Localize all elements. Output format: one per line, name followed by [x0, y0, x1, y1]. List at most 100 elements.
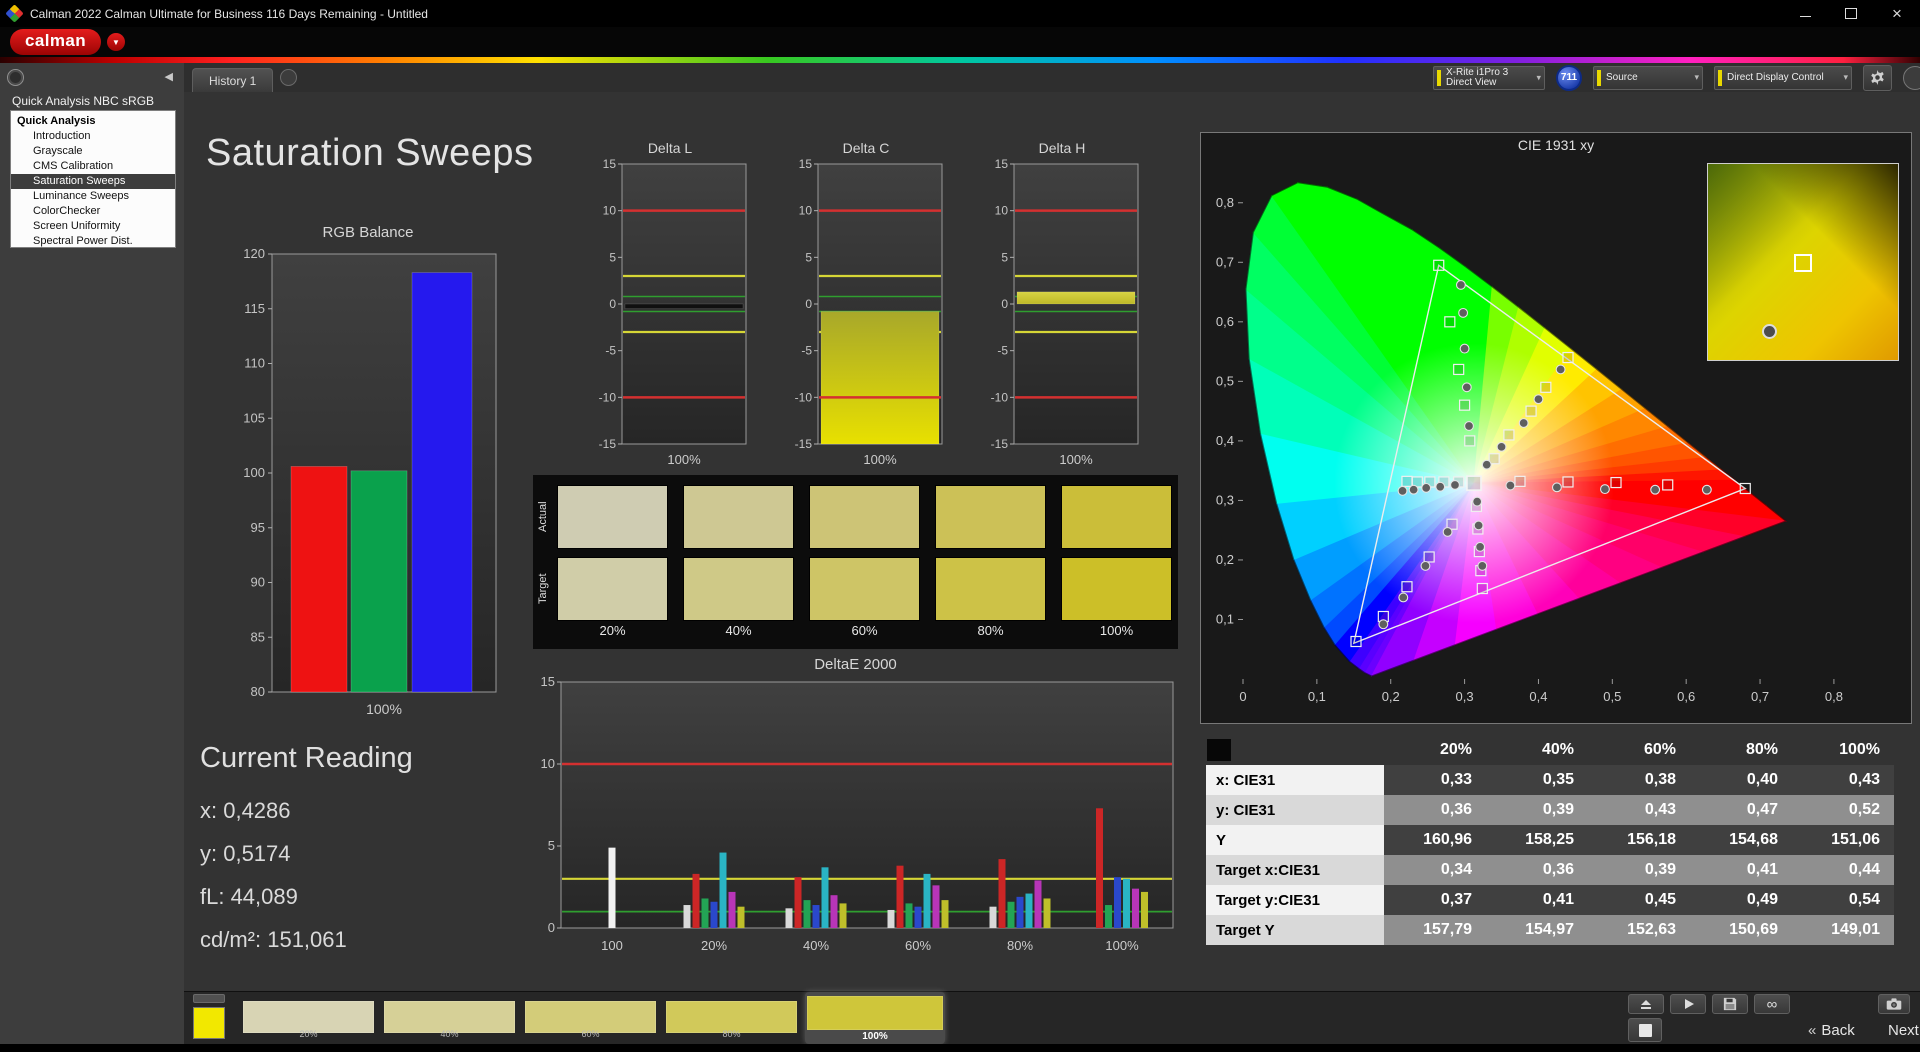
svg-text:100: 100	[601, 938, 623, 953]
workflow-tree: Quick AnalysisIntroductionGrayscaleCMS C…	[10, 110, 176, 248]
logo-menu-button[interactable]: ▼	[107, 33, 125, 51]
table-cell: 0,39	[1588, 855, 1690, 885]
eject-icon	[1641, 1000, 1651, 1009]
rgb-balance-chart: RGB Balance 12011511010510095908580100%	[234, 224, 502, 727]
page-title: Saturation Sweeps	[206, 132, 533, 175]
display-control-label: Direct Display Control	[1727, 72, 1835, 83]
svg-text:0: 0	[805, 297, 812, 311]
link-icon: ∞	[1767, 996, 1778, 1013]
table-cell: 0,36	[1486, 855, 1588, 885]
chart-plot: 151050-5-10-15100%	[588, 156, 752, 473]
cie-1931-panel: CIE 1931 xy 00,10,20,30,40,50,60,70,80,1…	[1200, 132, 1912, 724]
meter-accent	[1437, 70, 1441, 86]
table-cell: 0,47	[1690, 795, 1792, 825]
maximize-icon	[1845, 8, 1857, 19]
sidebar-item-screen-uniformity[interactable]: Screen Uniformity	[11, 219, 175, 234]
svg-text:-5: -5	[605, 344, 616, 358]
stop-button[interactable]	[1628, 1018, 1662, 1042]
source-label: Source	[1606, 72, 1686, 83]
screenshot-button[interactable]	[1878, 994, 1910, 1014]
minimize-button[interactable]	[1782, 0, 1828, 27]
table-cell: 0,38	[1588, 765, 1690, 795]
table-cell: 0,35	[1486, 765, 1588, 795]
sidebar-collapse-button[interactable]: ◀	[165, 70, 173, 83]
calman-logo[interactable]: calman	[10, 29, 101, 55]
sidebar-home-button[interactable]	[7, 69, 24, 86]
svg-text:5: 5	[805, 250, 812, 264]
tab-history-1[interactable]: History 1	[192, 68, 273, 92]
table-row: Target x:CIE310,340,360,390,410,44	[1206, 855, 1894, 885]
meter-link-button[interactable]: ∞	[1754, 994, 1790, 1014]
window-bottom-edge	[0, 1044, 1920, 1052]
reading-fl: fL: 44,089	[200, 875, 413, 918]
back-button[interactable]: « Back	[1808, 1018, 1855, 1042]
display-control-dropdown[interactable]: Direct Display Control ▾	[1714, 66, 1852, 90]
tree-root[interactable]: Quick Analysis	[11, 113, 175, 129]
current-pattern-swatch	[193, 1007, 225, 1039]
svg-text:10: 10	[995, 204, 1009, 218]
table-cell: 0,54	[1792, 885, 1894, 915]
svg-text:0,7: 0,7	[1751, 689, 1769, 704]
swatch-target-40%	[683, 557, 794, 621]
svg-text:0,5: 0,5	[1216, 373, 1234, 388]
chart-plot: 151050-5-10-15100%	[784, 156, 948, 473]
eject-button[interactable]	[1628, 994, 1664, 1014]
next-button[interactable]: Next »	[1888, 1018, 1920, 1042]
edge-panel-button[interactable]	[1903, 66, 1920, 90]
meter-dropdown[interactable]: X-Rite i1Pro 3 Direct View ▾	[1433, 66, 1545, 90]
chart-title: Delta L	[588, 140, 752, 156]
display-patch-40%[interactable]: 40%	[382, 995, 517, 1041]
svg-text:0,3: 0,3	[1216, 492, 1234, 507]
close-button[interactable]: ×	[1874, 0, 1920, 27]
maximize-button[interactable]	[1828, 0, 1874, 27]
sidebar-item-saturation-sweeps[interactable]: Saturation Sweeps	[11, 174, 175, 189]
display-patch-20%[interactable]: 20%	[241, 995, 376, 1041]
swatch-row-label: Target	[537, 557, 553, 621]
inset-measurement-marker	[1762, 324, 1777, 339]
table-cell: 0,45	[1588, 885, 1690, 915]
display-patch-80%[interactable]: 80%	[664, 995, 799, 1041]
svg-text:0,6: 0,6	[1216, 314, 1234, 329]
swatch-actual-60%	[809, 485, 920, 549]
meter-status-badge[interactable]: 711	[1556, 65, 1582, 91]
svg-text:105: 105	[243, 410, 265, 425]
svg-text:0,2: 0,2	[1382, 689, 1400, 704]
sidebar-item-cms-calibration[interactable]: CMS Calibration	[11, 159, 175, 174]
workflow-title: Quick Analysis NBC sRGB	[12, 94, 154, 108]
close-icon: ×	[1892, 5, 1902, 22]
delta-l-chart: Delta L 151050-5-10-15100%	[588, 140, 752, 473]
table-cell: 150,69	[1690, 915, 1792, 945]
sidebar-item-luminance-sweeps[interactable]: Luminance Sweeps	[11, 189, 175, 204]
display-patch-60%[interactable]: 60%	[523, 995, 658, 1041]
table-row-label: y: CIE31	[1206, 795, 1384, 825]
svg-text:0,6: 0,6	[1677, 689, 1695, 704]
svg-text:0: 0	[1239, 689, 1246, 704]
svg-text:-5: -5	[997, 344, 1008, 358]
svg-text:100%: 100%	[1059, 452, 1093, 467]
chart-plot: 151050-5-10-15100%	[980, 156, 1144, 473]
table-cell: 0,33	[1384, 765, 1486, 795]
patch-label: 100%	[805, 1031, 945, 1042]
chevron-down-icon: ▾	[1536, 72, 1541, 82]
save-button[interactable]	[1712, 994, 1748, 1014]
svg-text:0,8: 0,8	[1216, 195, 1234, 210]
play-button[interactable]	[1670, 994, 1706, 1014]
chart-title: CIE 1931 xy	[1201, 137, 1911, 157]
settings-button[interactable]	[1863, 65, 1892, 91]
svg-text:120: 120	[243, 246, 265, 261]
sidebar-item-grayscale[interactable]: Grayscale	[11, 144, 175, 159]
sidebar-item-colorchecker[interactable]: ColorChecker	[11, 204, 175, 219]
sidebar-item-introduction[interactable]: Introduction	[11, 129, 175, 144]
svg-text:-10: -10	[599, 390, 617, 404]
table-cell: 157,79	[1384, 915, 1486, 945]
display-patch-100%[interactable]: 100%	[805, 992, 945, 1044]
table-column-header: 80%	[1690, 735, 1792, 765]
sidebar-item-spectral-power-dist-[interactable]: Spectral Power Dist.	[11, 234, 175, 249]
patch-label: 80%	[664, 1029, 799, 1039]
table-cell: 0,36	[1384, 795, 1486, 825]
pattern-options-button[interactable]	[193, 994, 225, 1003]
chart-plot: 12011511010510095908580100%	[234, 244, 502, 727]
source-dropdown[interactable]: Source ▾	[1593, 66, 1703, 90]
svg-text:110: 110	[244, 356, 265, 371]
tab-add-button[interactable]	[280, 69, 297, 86]
